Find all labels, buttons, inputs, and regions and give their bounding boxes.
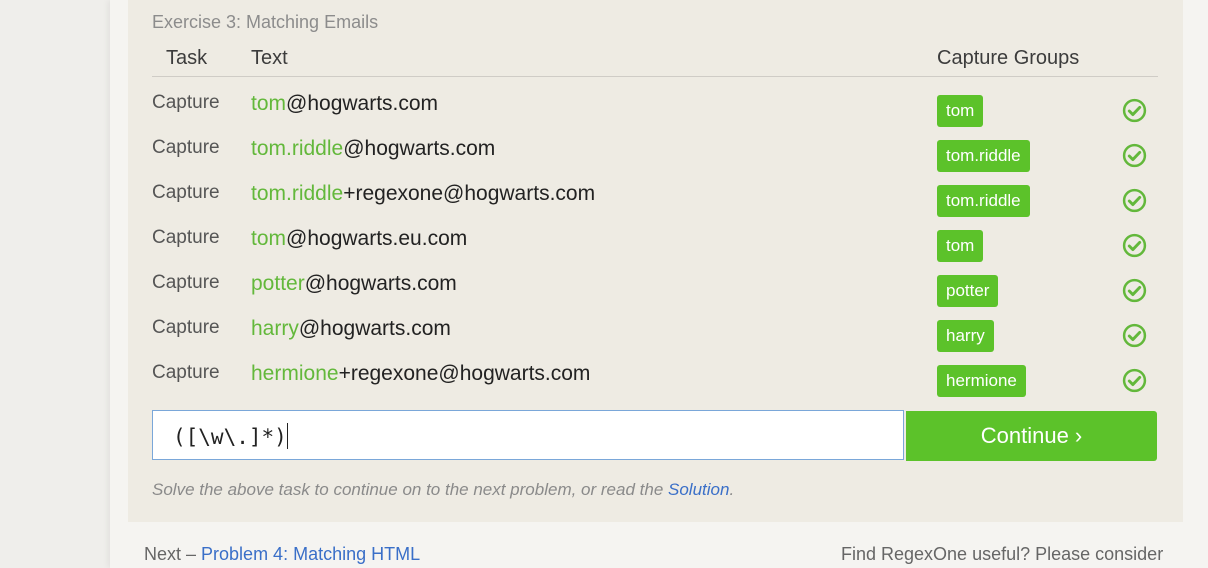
remaining-part: +regexone@hogwarts.com [338,362,591,385]
capture-group-badge: harry [937,320,994,352]
row-text: hermione+regexone@hogwarts.com [251,362,590,386]
continue-button[interactable]: Continue › [906,411,1157,461]
captured-part: tom.riddle [251,137,344,160]
support-message: Find RegexOne useful? Please consider [841,544,1164,564]
row-text: tom.riddle@hogwarts.com [251,137,495,161]
capture-group-badge: hermione [937,365,1026,397]
check-circle-icon [1122,278,1147,303]
regex-input-value: ([\w\.]*) [173,425,287,449]
remaining-part: @hogwarts.com [286,92,439,115]
table-row: Capture tom.riddle@hogwarts.com tom.riddle [0,137,1208,182]
check-circle-icon [1122,143,1147,168]
captured-part: potter [251,272,305,295]
check-circle-icon [1122,188,1147,213]
task-label: Capture [152,137,220,158]
table-row: Capture potter@hogwarts.com potter [0,272,1208,317]
task-label: Capture [152,227,220,248]
header-capture-groups: Capture Groups [937,47,1080,69]
captured-part: harry [251,317,299,340]
captured-part: tom [251,227,287,250]
hint-suffix: . [729,480,735,499]
captured-part: hermione [251,362,339,385]
remaining-part: @hogwarts.com [304,272,457,295]
task-label: Capture [152,362,220,383]
task-label: Capture [152,317,220,338]
hint-text: Solve the above task to continue on to t… [152,480,734,500]
captured-part: tom [251,92,287,115]
row-text: potter@hogwarts.com [251,272,457,296]
hint-prefix: Solve the above task to continue on to t… [152,480,668,499]
capture-group-badge: tom.riddle [937,185,1030,217]
task-label: Capture [152,182,220,203]
table-row: Capture tom@hogwarts.eu.com tom [0,227,1208,272]
captured-part: tom.riddle [251,182,344,205]
capture-group-badge: tom [937,230,984,262]
remaining-part: @hogwarts.com [298,317,451,340]
remaining-part: @hogwarts.eu.com [286,227,468,250]
capture-group-badge: tom.riddle [937,140,1030,172]
text-caret [286,423,288,449]
check-circle-icon [1122,233,1147,258]
table-row: Capture tom@hogwarts.com tom [0,92,1208,137]
check-circle-icon [1122,98,1147,123]
capture-group-badge: tom [937,95,984,127]
table-row: Capture hermione+regexone@hogwarts.com her… [0,362,1208,407]
header-divider [152,76,1158,77]
check-circle-icon [1122,368,1147,393]
capture-group-badge: potter [937,275,999,307]
header-task: Task [166,47,208,69]
row-text: tom@hogwarts.eu.com [251,227,467,251]
exercise-title: Exercise 3: Matching Emails [152,12,379,32]
regex-input[interactable]: ([\w\.]*) [152,410,904,460]
header-text: Text [251,47,288,69]
next-problem-link[interactable]: Problem 4: Matching HTML [201,544,420,564]
row-text: harry@hogwarts.com [251,317,451,341]
solution-link[interactable]: Solution [668,480,729,499]
row-text: tom.riddle+regexone@hogwarts.com [251,182,595,206]
next-problem: Next – Problem 4: Matching HTML [144,544,420,565]
task-label: Capture [152,92,220,113]
table-row: Capture harry@hogwarts.com harry [0,317,1208,362]
remaining-part: @hogwarts.com [343,137,496,160]
remaining-part: +regexone@hogwarts.com [343,182,596,205]
row-text: tom@hogwarts.com [251,92,438,116]
next-prefix: Next – [144,544,202,564]
check-circle-icon [1122,323,1147,348]
task-label: Capture [152,272,220,293]
table-row: Capture tom.riddle+regexone@hogwarts.com t… [0,182,1208,227]
